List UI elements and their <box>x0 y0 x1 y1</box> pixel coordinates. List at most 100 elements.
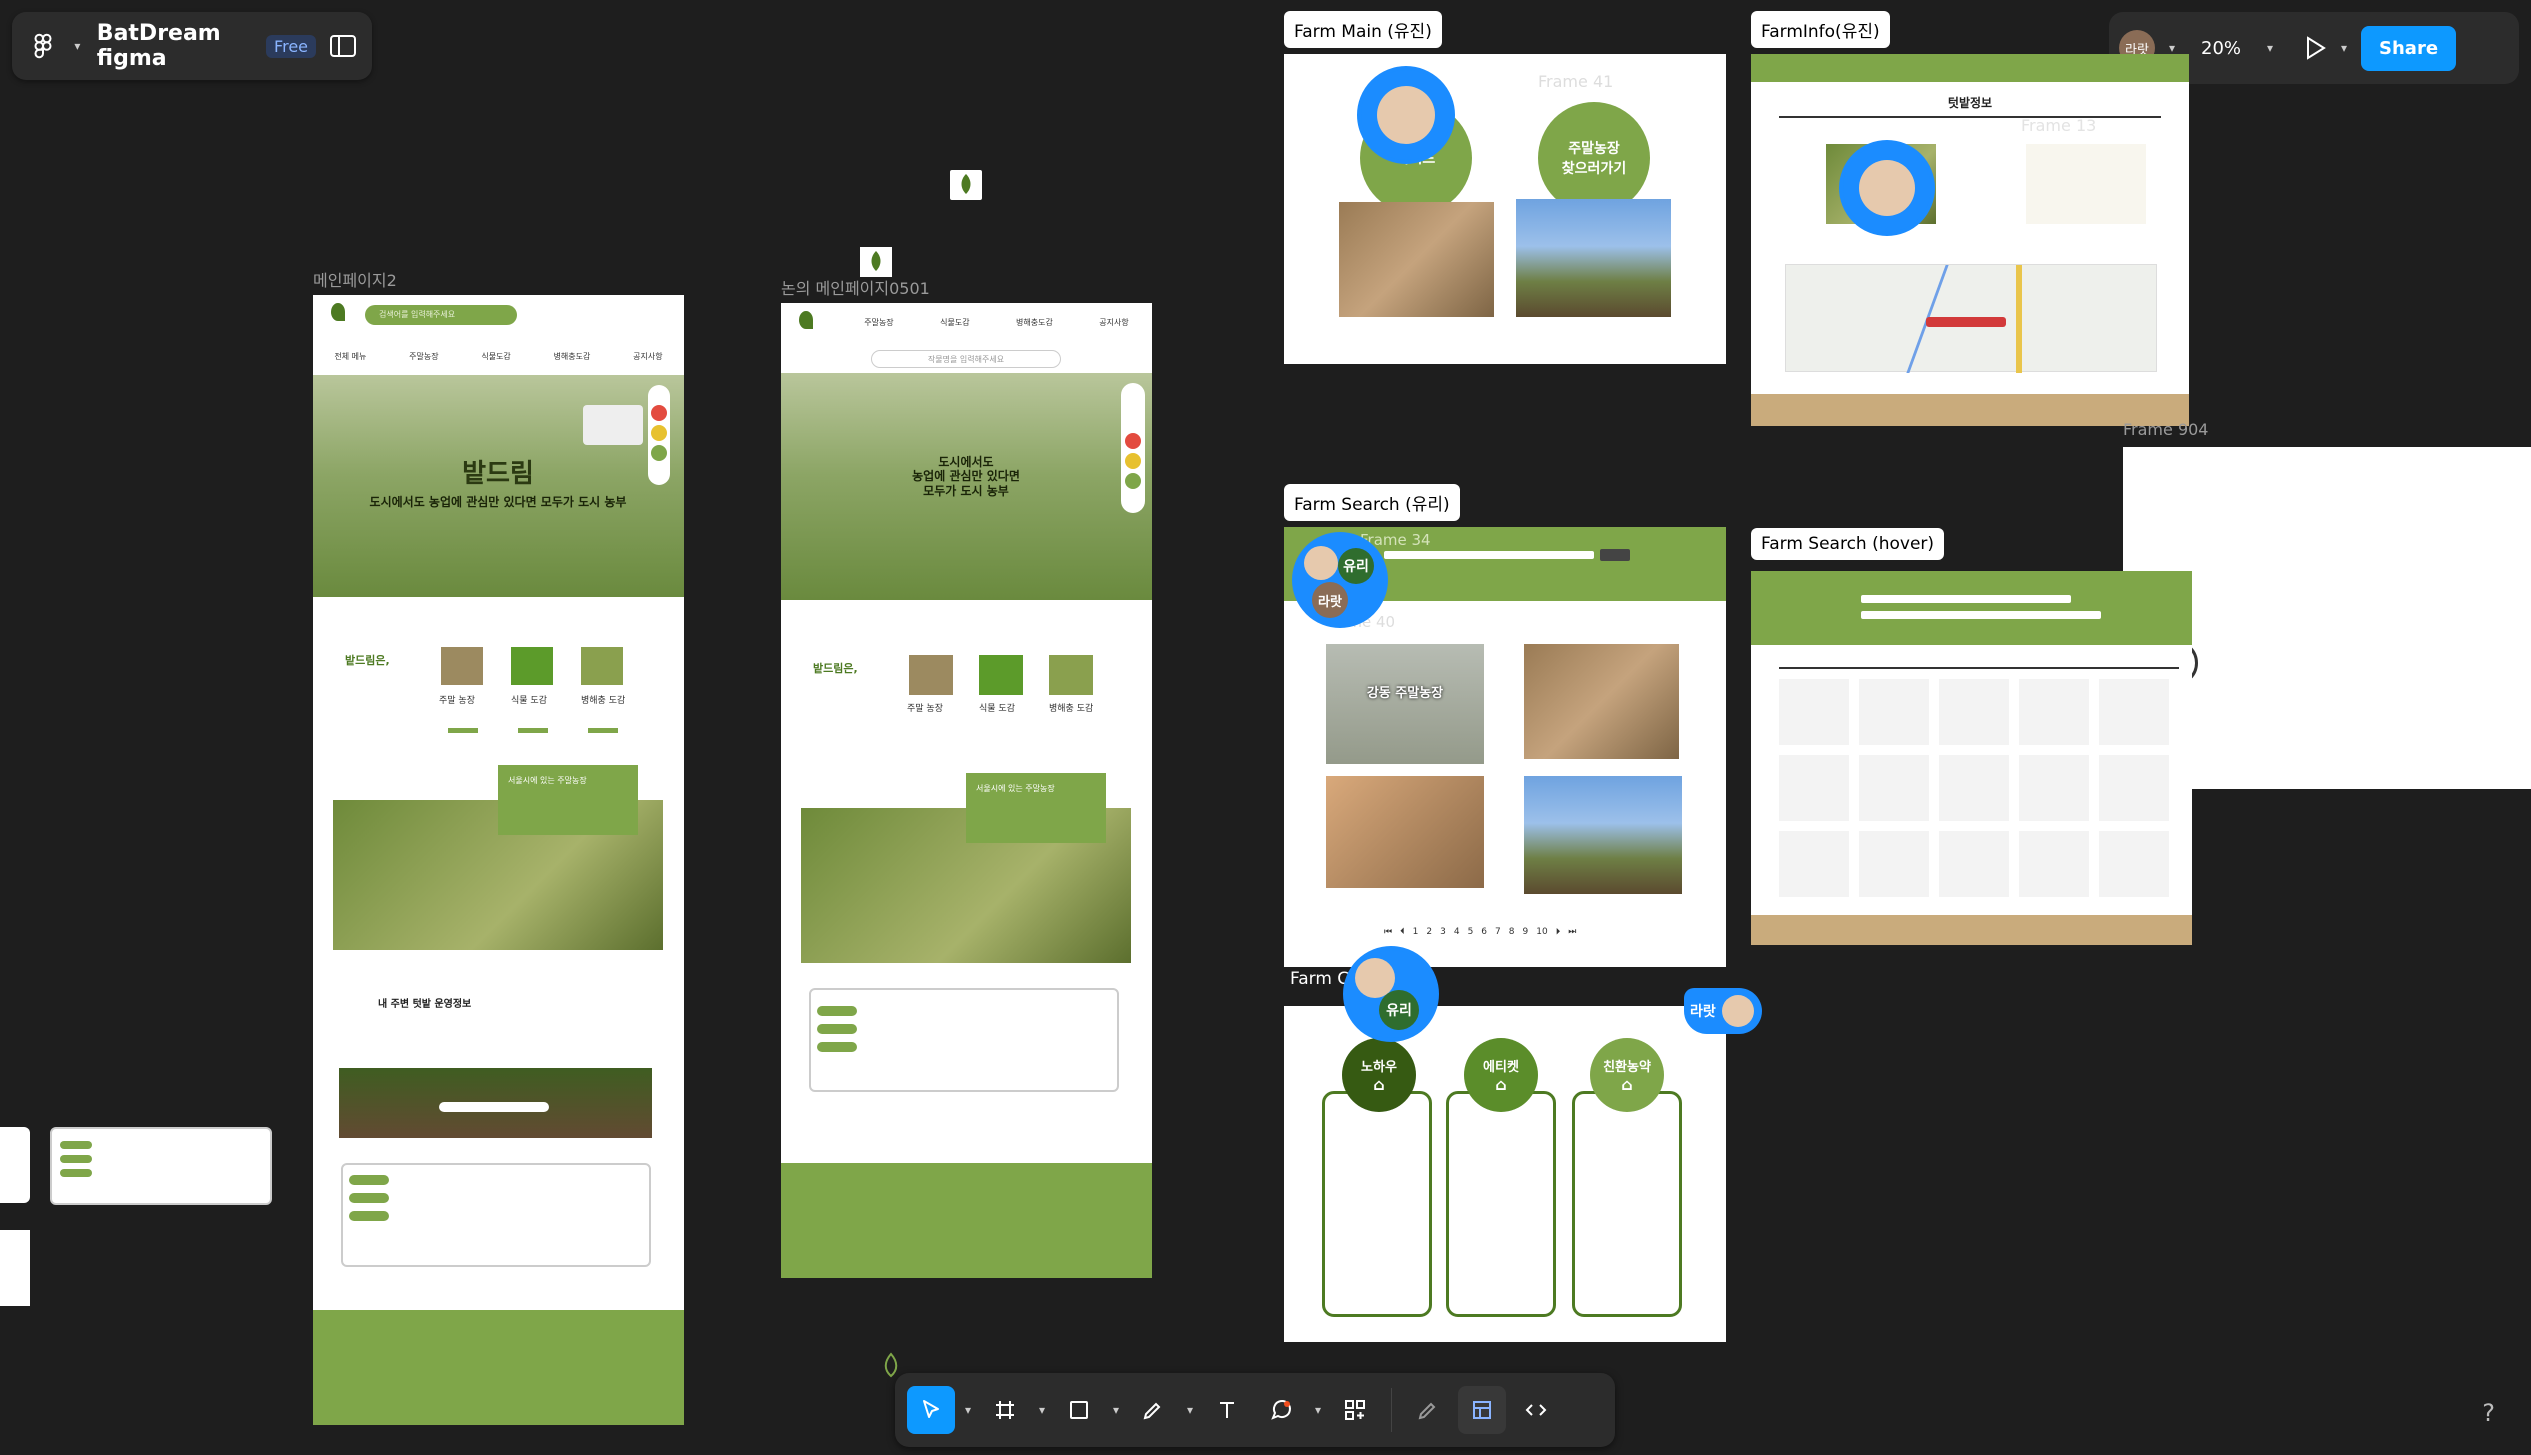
text-tool[interactable] <box>1203 1386 1251 1434</box>
pen-tool[interactable] <box>1129 1386 1177 1434</box>
filter-input[interactable] <box>1861 611 2101 619</box>
next-page-icon[interactable]: ⏵ <box>1556 927 1561 937</box>
side-quickmenu[interactable] <box>1121 383 1145 513</box>
frame-label[interactable]: 메인페이지2 <box>313 267 397 291</box>
logo-frame[interactable] <box>950 170 982 200</box>
farm-grid-item[interactable] <box>2099 755 2169 821</box>
chevron-down-icon[interactable]: ▾ <box>1035 1403 1049 1417</box>
page-link[interactable]: 6 <box>1481 927 1487 937</box>
figma-canvas[interactable]: ▾ BatDream figma Free 라랏 ▾ 20% ▾ ▾ Share… <box>0 0 2531 1455</box>
partial-frame[interactable] <box>0 1127 30 1203</box>
nav-item[interactable]: 주말농장 <box>409 351 438 362</box>
card-header-circle[interactable]: 노하우 ⌂ <box>1342 1038 1416 1112</box>
page-link[interactable]: 8 <box>1509 927 1515 937</box>
farm-main-frame[interactable]: Frame 41 가이드 주말농장 찾으러가기 <box>1284 54 1726 364</box>
draw-mode-tool[interactable] <box>1404 1386 1452 1434</box>
first-page-icon[interactable]: ⏮ <box>1384 927 1392 937</box>
chevron-down-icon[interactable]: ▾ <box>1109 1403 1123 1417</box>
farm-grid-item[interactable] <box>1859 755 1929 821</box>
farm-grid-item[interactable] <box>1779 831 1849 897</box>
page-link[interactable]: 9 <box>1523 927 1529 937</box>
main-discussion-frame[interactable]: 주말농장 식물도감 병해충도감 공지사항 작물명을 입력해주세요 도시에서도 농… <box>781 303 1152 1278</box>
page-link[interactable]: 3 <box>1440 927 1446 937</box>
page-link[interactable]: 10 <box>1536 927 1547 937</box>
dev-mode-tool[interactable] <box>1512 1386 1560 1434</box>
shape-tool[interactable] <box>1055 1386 1103 1434</box>
main-page-2-frame[interactable]: 검색어를 입력해주세요 전체 메뉴 주말농장 식물도감 병해충도감 공지사항 밭… <box>313 295 684 1425</box>
chevron-down-icon[interactable]: ▾ <box>1183 1403 1197 1417</box>
sidebar-toggle-icon[interactable] <box>330 35 356 57</box>
frame-tool[interactable] <box>981 1386 1029 1434</box>
nav-item[interactable]: 식물도감 <box>481 351 510 362</box>
info-card[interactable] <box>1446 1091 1556 1317</box>
card-header-circle[interactable]: 친환농약 ⌂ <box>1590 1038 1664 1112</box>
search-input[interactable]: 검색어를 입력해주세요 <box>365 305 517 325</box>
frame-label[interactable]: FarmInfo(유진) <box>1751 11 1890 48</box>
prev-page-icon[interactable]: ⏴ <box>1400 927 1405 937</box>
farm-grid-item[interactable] <box>2099 679 2169 745</box>
page-link[interactable]: 7 <box>1495 927 1501 937</box>
search-input[interactable] <box>1384 551 1594 559</box>
farm-card-photo[interactable] <box>1524 644 1679 759</box>
last-page-icon[interactable]: ⏭ <box>1568 927 1576 937</box>
search-button[interactable] <box>1600 549 1630 561</box>
search-input[interactable]: 작물명을 입력해주세요 <box>871 350 1061 368</box>
nav-item[interactable]: 공지사항 <box>1099 317 1128 331</box>
file-title[interactable]: BatDream figma <box>97 21 252 71</box>
logo-frame[interactable] <box>860 247 892 277</box>
nav-item[interactable]: 병해충도감 <box>554 351 591 362</box>
farm-grid-item[interactable] <box>2099 831 2169 897</box>
farm-card-photo[interactable] <box>1524 776 1682 894</box>
info-card[interactable] <box>1572 1091 1682 1317</box>
farm-grid-item[interactable] <box>1859 679 1929 745</box>
menu-component-frame[interactable] <box>50 1127 272 1205</box>
zoom-level[interactable]: 20% <box>2189 30 2253 67</box>
more-button[interactable] <box>518 728 548 733</box>
more-button[interactable] <box>448 728 478 733</box>
frame-label[interactable]: Frame 904 <box>2123 420 2208 439</box>
chevron-down-icon[interactable]: ▾ <box>72 39 83 53</box>
farm-grid-item[interactable] <box>1779 755 1849 821</box>
farm-card-photo[interactable]: 강동 주말농장 <box>1326 644 1484 764</box>
chevron-down-icon[interactable]: ▾ <box>961 1403 975 1417</box>
card-header-circle[interactable]: 에티켓 ⌂ <box>1464 1038 1538 1112</box>
farm-grid-item[interactable] <box>1939 755 2009 821</box>
side-quickmenu[interactable] <box>648 385 670 485</box>
find-farm-circle[interactable]: 주말농장 찾으러가기 <box>1538 102 1650 214</box>
map[interactable] <box>1785 264 2157 373</box>
page-link[interactable]: 1 <box>1413 927 1419 937</box>
frame-label[interactable]: Farm Main (유진) <box>1284 11 1442 48</box>
nav-item[interactable]: 전체 메뉴 <box>334 351 366 362</box>
frame-label[interactable]: Farm Search (유리) <box>1284 484 1460 521</box>
partial-frame[interactable] <box>0 1230 30 1306</box>
nav-item[interactable]: 주말농장 <box>864 317 893 331</box>
farm-grid-item[interactable] <box>2019 755 2089 821</box>
nav-item[interactable]: 공지사항 <box>633 351 662 362</box>
farm-grid-item[interactable] <box>2019 831 2089 897</box>
help-icon[interactable]: ? <box>2482 1399 2495 1427</box>
info-card[interactable] <box>1322 1091 1432 1317</box>
comment-tool[interactable] <box>1257 1386 1305 1434</box>
search-input[interactable] <box>1861 595 2071 603</box>
farm-c-frame[interactable]: 노하우 ⌂ 에티켓 ⌂ 친환농약 ⌂ <box>1284 1006 1726 1342</box>
farm-grid-item[interactable] <box>2019 679 2089 745</box>
chevron-down-icon[interactable]: ▾ <box>2165 41 2179 55</box>
farm-search-hover-frame[interactable] <box>1751 571 2192 945</box>
nav-item[interactable]: 식물도감 <box>940 317 969 331</box>
move-tool[interactable] <box>907 1386 955 1434</box>
farm-grid-item[interactable] <box>1939 831 2009 897</box>
chevron-down-icon[interactable]: ▾ <box>2337 41 2351 55</box>
chevron-down-icon[interactable]: ▾ <box>1311 1403 1325 1417</box>
farm-card-photo[interactable] <box>1326 776 1484 888</box>
farm-grid-item[interactable] <box>1859 831 1929 897</box>
farm-grid-item[interactable] <box>1779 679 1849 745</box>
farm-info-frame[interactable]: 텃밭정보 Frame 13 <box>1751 54 2189 426</box>
figma-menu-icon[interactable] <box>28 31 58 61</box>
more-button[interactable] <box>588 728 618 733</box>
design-mode-tool[interactable] <box>1458 1386 1506 1434</box>
search-input[interactable] <box>439 1102 549 1112</box>
share-button[interactable]: Share <box>2361 25 2457 71</box>
page-link[interactable]: 5 <box>1468 927 1474 937</box>
farm-grid-item[interactable] <box>1939 679 2009 745</box>
frame-label[interactable]: 논의 메인페이지0501 <box>781 275 930 299</box>
